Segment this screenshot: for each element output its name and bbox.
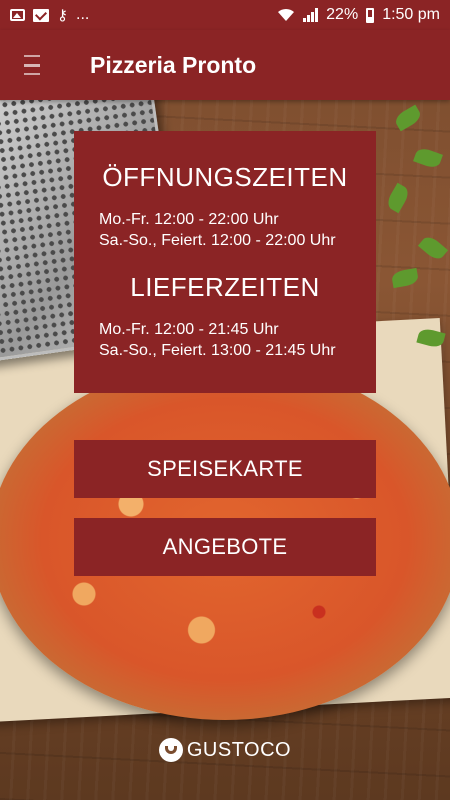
- battery-percent: 22%: [326, 6, 359, 23]
- status-bar: ⚷ ... 22% 1:50 pm: [0, 0, 450, 30]
- offers-button[interactable]: ANGEBOTE: [74, 518, 376, 576]
- opening-hours-heading: ÖFFNUNGSZEITEN: [102, 162, 348, 192]
- basil-leaf: [384, 182, 412, 214]
- menu-button[interactable]: SPEISEKARTE: [74, 440, 376, 498]
- image-icon: [10, 9, 25, 21]
- opening-hours-weekdays: Mo.-Fr. 12:00 - 22:00 Uhr: [99, 211, 279, 228]
- brand-name: GUSTOCO: [186, 738, 292, 761]
- background-photo: [0, 0, 450, 800]
- app-title: Pizzeria Pronto: [90, 51, 257, 78]
- mail-icon: [33, 8, 49, 22]
- basil-leaf: [392, 104, 424, 132]
- delivery-hours-heading: LIEFERZEITEN: [130, 272, 320, 302]
- delivery-hours-weekdays: Mo.-Fr. 12:00 - 21:45 Uhr: [99, 321, 279, 338]
- app-bar: Pizzeria Pronto: [0, 30, 450, 100]
- basil-leaf: [413, 146, 443, 170]
- hamburger-menu-icon[interactable]: [24, 55, 40, 75]
- wifi-icon: [278, 8, 295, 21]
- hours-card: ÖFFNUNGSZEITEN Mo.-Fr. 12:00 - 22:00 Uhr…: [74, 131, 376, 393]
- delivery-hours-weekend: Sa.-So., Feiert. 13:00 - 21:45 Uhr: [99, 342, 336, 359]
- battery-icon: [366, 7, 375, 23]
- clock: 1:50 pm: [382, 6, 440, 23]
- brand-footer: GUSTOCO: [0, 738, 450, 762]
- opening-hours-weekend: Sa.-So., Feiert. 12:00 - 22:00 Uhr: [99, 232, 336, 249]
- opening-hours-list: Mo.-Fr. 12:00 - 22:00 Uhr Sa.-So., Feier…: [74, 209, 376, 251]
- notification-overflow: ...: [76, 6, 90, 23]
- signal-icon: [303, 8, 319, 22]
- key-icon: ⚷: [57, 6, 68, 24]
- delivery-hours-list: Mo.-Fr. 12:00 - 21:45 Uhr Sa.-So., Feier…: [74, 319, 376, 361]
- status-system: 22% 1:50 pm: [277, 6, 440, 24]
- delivery-section: LIEFERZEITEN Mo.-Fr. 12:00 - 21:45 Uhr S…: [74, 271, 376, 361]
- gustoco-logo-icon: [158, 738, 183, 762]
- status-notifications: ⚷ ...: [10, 6, 89, 24]
- basil-leaf: [390, 267, 420, 289]
- basil-leaf: [417, 233, 449, 263]
